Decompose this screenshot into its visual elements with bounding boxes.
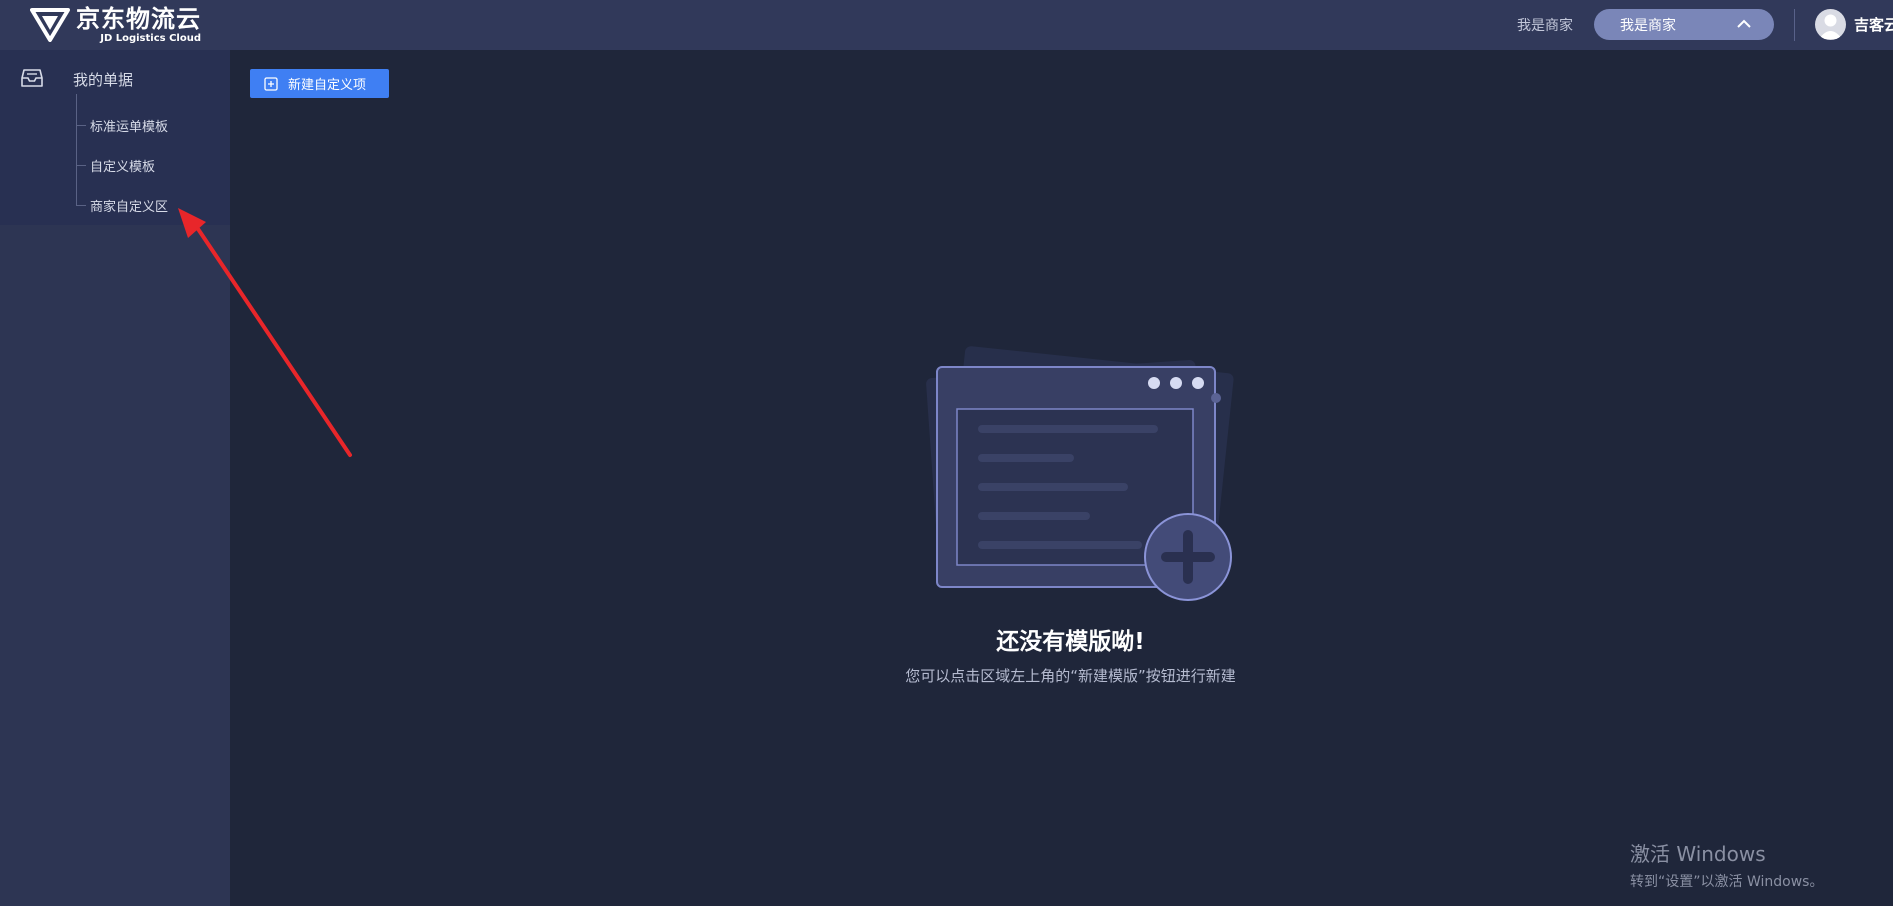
logo-text: 京东物流云 JD Logistics Cloud <box>76 7 201 44</box>
logo-english: JD Logistics Cloud <box>100 32 201 44</box>
user-avatar-icon <box>1815 9 1846 40</box>
sidebar-item-label: 自定义模板 <box>90 160 156 175</box>
sidebar-group-label: 我的单据 <box>73 71 134 89</box>
tree-tick <box>76 165 86 166</box>
watermark-line2: 转到“设置”以激活 Windows。 <box>1630 874 1824 890</box>
merchant-link[interactable]: 我是商家 <box>1517 15 1573 35</box>
sidebar-group-my-documents: 我的单据 标准运单模板 自定义模板 商家自定义区 <box>0 50 230 225</box>
tree-tick <box>76 125 86 126</box>
empty-state-description: 您可以点击区域左上角的“新建模版”按钮进行新建 <box>905 667 1236 685</box>
empty-state-title: 还没有模版呦! <box>996 629 1145 655</box>
logo[interactable]: 京东物流云 JD Logistics Cloud <box>30 6 201 44</box>
annotation-arrow-icon <box>178 208 352 457</box>
merchant-select-label: 我是商家 <box>1620 17 1676 34</box>
merchant-select[interactable]: 我是商家 <box>1594 9 1774 40</box>
sidebar: 我的单据 标准运单模板 自定义模板 商家自定义区 <box>0 50 230 906</box>
sidebar-item-standard-template[interactable]: 标准运单模板 <box>76 113 226 137</box>
sidebar-group-head[interactable]: 我的单据 <box>0 60 230 96</box>
windows-activation-watermark: 激活 Windows 转到“设置”以激活 Windows。 <box>1630 838 1823 891</box>
watermark-line1: 激活 Windows <box>1630 842 1766 866</box>
sidebar-item-custom-template[interactable]: 自定义模板 <box>76 153 226 177</box>
new-button-label: 新建自定义项 <box>288 78 367 93</box>
jd-logistics-logo-icon <box>30 8 70 42</box>
plus-square-icon <box>264 76 278 91</box>
user-name: 吉客云 <box>1854 16 1893 34</box>
inbox-tray-icon <box>21 69 43 87</box>
header-divider <box>1794 9 1795 41</box>
tree-tick <box>76 205 86 206</box>
user-menu[interactable]: 吉客云 <box>1815 9 1893 40</box>
top-header: 京东物流云 JD Logistics Cloud 我是商家 我是商家 吉客云 <box>0 0 1893 50</box>
sidebar-item-label: 标准运单模板 <box>90 120 169 135</box>
chevron-up-icon <box>1737 19 1751 28</box>
sidebar-item-label: 商家自定义区 <box>90 200 169 215</box>
new-custom-item-button[interactable]: 新建自定义项 <box>250 69 389 98</box>
logo-chinese: 京东物流云 <box>76 4 201 33</box>
tree-line <box>76 94 77 206</box>
empty-template-illustration <box>926 346 1234 601</box>
